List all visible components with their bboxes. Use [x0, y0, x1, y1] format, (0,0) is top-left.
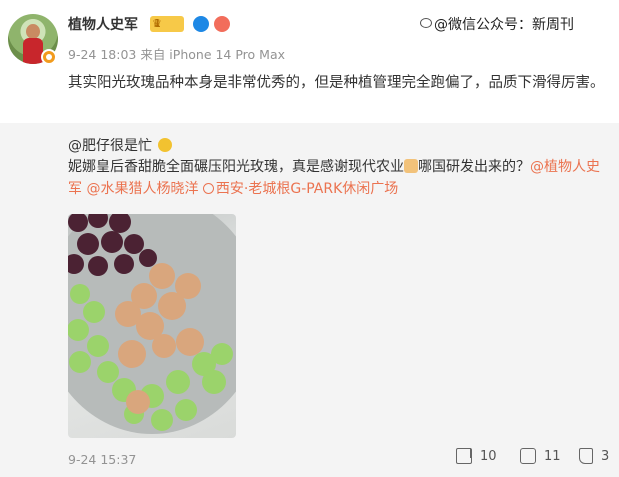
verified-icon — [41, 49, 57, 65]
repost-card[interactable]: @肥仔很是忙 妮娜皇后香甜脆全面碾压阳光玫瑰，真是感谢现代农业 哪国研发出来的？@… — [0, 123, 619, 477]
author-name[interactable]: 植物人史军 — [68, 14, 138, 34]
mention-link[interactable]: @水果猎人杨晓洋 — [86, 181, 198, 197]
gold-verified-icon — [158, 138, 172, 152]
repost-time: 9-24 15:37 — [68, 452, 137, 467]
comment-button[interactable]: 11 — [520, 448, 561, 464]
location-icon — [202, 183, 214, 194]
location-link[interactable]: 西安·老城根G-PARK休闲广场 — [202, 181, 398, 197]
repost-text: 妮娜皇后香甜脆全面碾压阳光玫瑰，真是感谢现代农业 哪国研发出来的？@植物人史军 @… — [68, 159, 600, 197]
comment-icon — [520, 448, 536, 464]
repost-user[interactable]: @肥仔很是忙 — [68, 135, 172, 155]
like-button[interactable]: 3 — [579, 448, 609, 464]
wechat-icon — [420, 18, 432, 28]
grape-image — [68, 214, 236, 434]
post-text: 其实阳光玫瑰品种本身是非常优秀的，但是种植管理完全跑偏了，品质下滑得厉害。 — [68, 75, 605, 91]
share-icon — [456, 448, 472, 464]
post-meta: 9-24 18:03 来自 iPhone 14 Pro Max — [68, 47, 286, 62]
watermark-text: @微信公众号：新周刊 — [434, 17, 574, 33]
blue-badge-icon[interactable] — [193, 16, 209, 32]
pig-badge-icon[interactable] — [214, 16, 230, 32]
thumbs-up-icon — [579, 448, 593, 464]
weibo-post: 植物人史军 ♛ 1 9-24 18:03 来自 iPhone 14 Pro Max… — [0, 0, 619, 477]
thumbs-up-emoji-icon — [404, 159, 418, 173]
share-button[interactable]: 10 — [456, 448, 497, 464]
vip-crown-icon[interactable]: ♛ 1 — [150, 16, 184, 32]
grape-photo[interactable] — [68, 214, 236, 438]
